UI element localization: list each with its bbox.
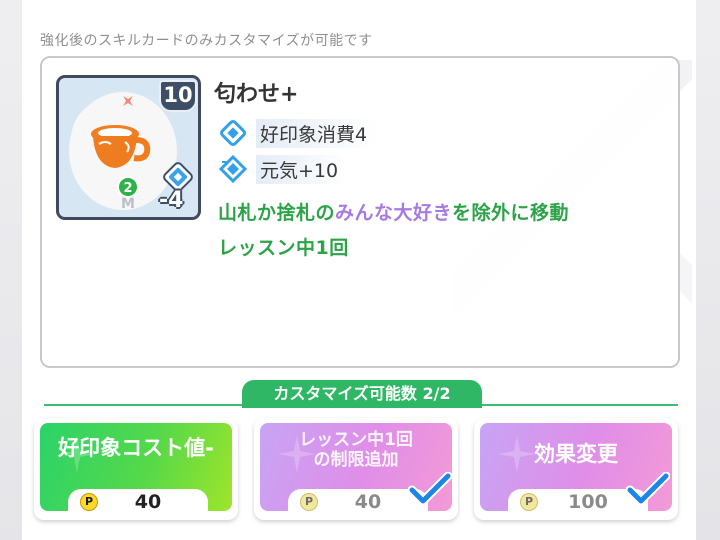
- customize-option-2[interactable]: レッスン中1回 の制限追加 P 40: [254, 418, 458, 520]
- option-title: 好印象コスト値-: [58, 436, 214, 460]
- customize-option-3[interactable]: 効果変更 P 100: [474, 418, 678, 520]
- option-cost: P 40: [68, 489, 208, 511]
- p-coin-icon: P: [520, 493, 538, 511]
- option-card-face: 好印象コスト値- P 40: [40, 423, 232, 511]
- checkmark-icon: [626, 472, 670, 506]
- option-title-line2: の制限追加: [313, 450, 399, 470]
- checkmark-icon: [408, 472, 452, 506]
- background-right: [696, 0, 720, 540]
- effect-keyword: みんな大好き: [335, 202, 453, 224]
- effect-row-energy: 元気+10: [218, 154, 349, 184]
- effect-label: 好印象消費4: [256, 118, 378, 148]
- customize-panel: 強化後のスキルカードのみカスタマイズが可能です M 10 2 -4 匂わせ+ 好…: [22, 0, 696, 540]
- card-green-cost: 2: [117, 176, 139, 198]
- option-cost-value: 40: [354, 491, 382, 511]
- effect-label: 元気+10: [256, 154, 349, 184]
- teacup-icon: [91, 125, 151, 168]
- skill-card-art: M 10 2 -4: [56, 75, 201, 220]
- option-title: レッスン中1回 の制限追加: [260, 430, 452, 470]
- option-title: 効果変更: [534, 442, 618, 466]
- effect-description-line1: 山札か捨札のみんな大好きを除外に移動: [218, 198, 569, 225]
- option-cost-value: 40: [134, 491, 162, 511]
- customize-count-tab: カスタマイズ可能数 2/2: [242, 380, 482, 408]
- option-title-line1: レッスン中1回: [299, 430, 413, 450]
- option-cost-value: 100: [568, 491, 608, 511]
- energy-icon: [218, 154, 248, 184]
- option-cost: P 40: [288, 489, 428, 511]
- skill-card-detail: M 10 2 -4 匂わせ+ 好印象消費4 元気+10 山札か捨札のみんな大好き…: [40, 56, 680, 368]
- effect-row-good-impression: 好印象消費4: [218, 118, 378, 148]
- good-impression-icon: [220, 120, 246, 146]
- card-level-badge: 10: [159, 80, 197, 112]
- skill-card-name: 匂わせ+: [214, 82, 299, 107]
- effect-description-line2: レッスン中1回: [218, 237, 349, 259]
- p-coin-icon: P: [80, 493, 98, 511]
- effect-text-part: を除外に移動: [452, 202, 570, 224]
- customize-option-1[interactable]: 好印象コスト値- P 40: [34, 418, 238, 520]
- card-cost-value: -4: [159, 188, 184, 213]
- background-left: [0, 0, 22, 540]
- p-coin-icon: P: [300, 493, 318, 511]
- effect-text-part: 山札か捨札の: [218, 202, 336, 224]
- customize-notice: 強化後のスキルカードのみカスタマイズが可能です: [40, 33, 373, 49]
